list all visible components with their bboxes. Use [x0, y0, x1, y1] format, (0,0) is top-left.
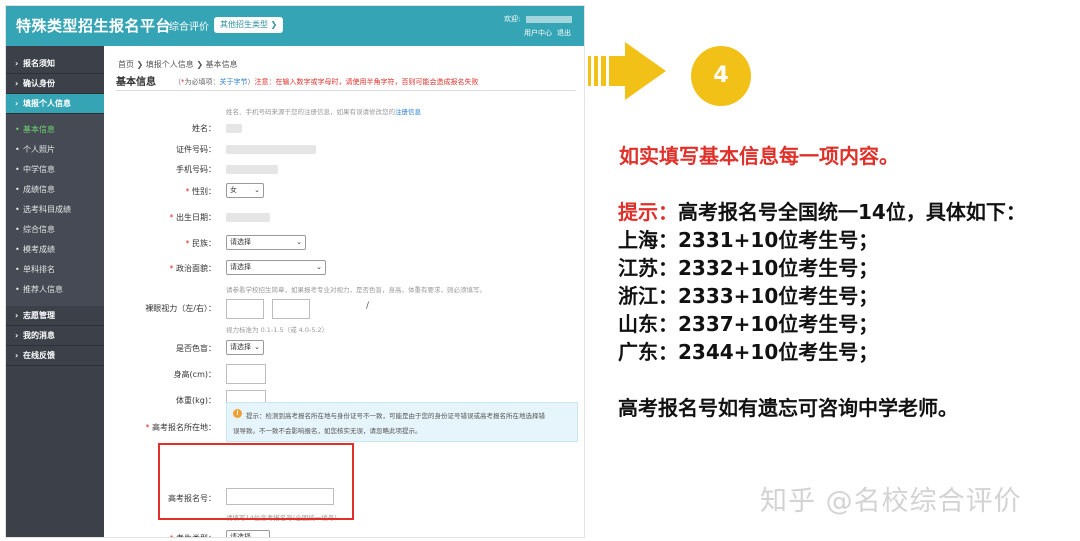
weight-label: 体重(kg)：	[176, 396, 216, 405]
sidebar-subitem-recommender[interactable]: • 推荐人信息	[6, 280, 104, 300]
id-number-label: 证件号码：	[176, 145, 216, 154]
chevron-right-icon: ›	[15, 59, 19, 68]
height-input[interactable]	[226, 364, 266, 384]
chevron-down-icon: ⌄	[260, 533, 266, 537]
chevron-right-icon: ›	[15, 99, 19, 108]
vision-separator: /	[366, 301, 370, 311]
birth-date-label: * 出生日期：	[169, 213, 216, 222]
welcome-text: 欢迎:	[504, 14, 572, 24]
vision-label: 裸眼视力（左/右）：	[145, 304, 216, 313]
user-center-link[interactable]: 用户中心	[524, 29, 552, 37]
sidebar-item-confirm-identity[interactable]: › 确认身份	[6, 74, 104, 94]
gaokao-location-label: * 高考报名所在地：	[145, 423, 216, 432]
sidebar-item-messages[interactable]: › 我的消息	[6, 326, 104, 346]
color-blind-label: 是否色盲：	[176, 344, 216, 353]
height-label: 身高(cm)：	[173, 370, 216, 379]
intro-text: 姓名、手机号码来源于您的注册信息，如果有误请修改您的注册信息	[226, 108, 421, 116]
slide: 特殊类型招生报名平台 综合评价 其他招生类型 ❯ 欢迎: 用户中心 退出 › 报名须…	[0, 0, 1080, 541]
location-mismatch-tip: ! 提示：检测到高考报名所在地与身份证号不一致，可能是由于您的身份证号错误或高考…	[226, 402, 578, 442]
sidebar-subitem-comprehensive[interactable]: • 综合信息	[6, 220, 104, 240]
province-rule-shandong: 山东：2337+10位考生号；	[618, 312, 879, 336]
about-link[interactable]: 关于字节	[220, 78, 248, 86]
tip-heading: 提示：高考报名号全国统一14位，具体如下：	[618, 196, 1026, 225]
registration-info-link[interactable]: 注册信息	[395, 108, 421, 116]
ethnicity-label: * 民族：	[185, 239, 216, 248]
warning-icon: !	[233, 409, 242, 418]
political-status-label: * 政治面貌：	[169, 264, 216, 273]
user-links: 用户中心 退出	[524, 28, 576, 38]
vision-left-input[interactable]	[226, 299, 264, 319]
chevron-down-icon: ⌄	[296, 238, 302, 246]
vision-hint: 视力标准为 0.1-1.5（或 4.0-5.2）	[226, 326, 329, 334]
chevron-right-icon: ›	[15, 331, 19, 340]
watermark: 知乎 @名校综合评价	[760, 486, 1022, 517]
tip-label: 提示：	[618, 200, 678, 224]
color-blind-select[interactable]: 请选择 ⌄	[226, 340, 264, 355]
id-number-value-blurred	[226, 145, 316, 154]
step-number-badge: 4	[691, 46, 751, 106]
sidebar-item-volunteer[interactable]: › 志愿管理	[6, 306, 104, 326]
tip-line-1: 提示：检测到高考报名所在地与身份证号不一致，可能是由于您的身份证号错误或高考报名…	[246, 412, 545, 420]
tip-text: 高考报名号全国统一14位，具体如下：	[678, 200, 1026, 224]
name-label: 姓名：	[192, 124, 216, 133]
province-rule-guangdong: 广东：2344+10位考生号；	[618, 340, 879, 364]
chevron-right-icon: ›	[15, 79, 19, 88]
registration-screenshot: 特殊类型招生报名平台 综合评价 其他招生类型 ❯ 欢迎: 用户中心 退出 › 报名须…	[6, 6, 584, 537]
chevron-right-icon: ›	[15, 311, 19, 320]
platform-title: 特殊类型招生报名平台	[16, 17, 172, 35]
chevron-right-icon: ›	[15, 351, 19, 360]
sidebar-subitem-grades[interactable]: • 成绩信息	[6, 180, 104, 200]
political-status-select[interactable]: 请选择 ⌄	[226, 260, 326, 275]
sidebar-item-personal-info[interactable]: › 填报个人信息	[6, 94, 104, 114]
chevron-down-icon: ⌄	[254, 343, 260, 351]
section-divider	[116, 90, 576, 91]
gender-select[interactable]: 女 ⌄	[226, 183, 264, 198]
logout-link[interactable]: 退出	[557, 29, 571, 37]
gaokao-number-highlight	[158, 443, 354, 520]
sidebar-subitem-elective-grades[interactable]: • 选考科目成绩	[6, 200, 104, 220]
welcome-label: 欢迎	[504, 15, 518, 23]
sidebar-subitem-subject-rank[interactable]: • 单科排名	[6, 260, 104, 280]
breadcrumb: 首页 ❯ 填报个人信息 ❯ 基本信息	[118, 60, 238, 69]
welcome-username-blurred	[525, 15, 572, 23]
chevron-down-icon: ⌄	[316, 263, 322, 271]
phone-label: 手机号码：	[176, 165, 216, 174]
sidebar-item-notice[interactable]: › 报名须知	[6, 54, 104, 74]
candidate-type-select[interactable]: 请选择 ⌄	[226, 530, 270, 537]
name-value-blurred	[226, 124, 242, 133]
ethnicity-select[interactable]: 请选择 ⌄	[226, 235, 306, 250]
main-instruction: 如实填写基本信息每一项内容。	[619, 144, 899, 168]
platform-subtitle: 综合评价	[169, 22, 209, 33]
sidebar-subitem-mock-exam[interactable]: • 模考成绩	[6, 240, 104, 260]
sidebar-subitem-school-info[interactable]: • 中学信息	[6, 160, 104, 180]
sidebar-item-feedback[interactable]: › 在线反馈	[6, 346, 104, 366]
sidebar-subitem-photo[interactable]: • 个人照片	[6, 140, 104, 160]
candidate-type-label: * 考生类型：	[104, 533, 216, 537]
section-title: 基本信息	[116, 77, 156, 88]
province-rule-zhejiang: 浙江：2333+10位考生号；	[618, 284, 879, 308]
right-arrow-icon	[588, 42, 666, 100]
other-admission-type-button[interactable]: 其他招生类型 ❯	[214, 17, 284, 33]
vision-note: 请参看学校招生简章，如果报考专业对视力，是否色盲，身高，体重有要求，则必须填写。	[226, 286, 486, 294]
phone-value-blurred	[226, 165, 278, 174]
province-rule-shanghai: 上海：2331+10位考生号；	[618, 228, 879, 252]
tip-line-2: 误导致。不一致不会影响报名，如您核实无误，请忽略此项提示。	[233, 427, 422, 435]
vision-right-input[interactable]	[272, 299, 310, 319]
forget-note: 高考报名号如有遗忘可咨询中学老师。	[618, 396, 958, 420]
birth-date-value-blurred	[226, 213, 270, 222]
sidebar: › 报名须知 › 确认身份 › 填报个人信息 • 基本信息 • 个人照片 • 中学信息 • 成…	[6, 46, 104, 537]
sidebar-subitem-basic-info[interactable]: • 基本信息	[6, 120, 104, 140]
top-bar: 特殊类型招生报名平台 综合评价 其他招生类型 ❯ 欢迎: 用户中心 退出	[6, 6, 584, 46]
required-note: （*为必填项：关于字节）注意：在输入数字或字母时，请使用半角字符，否则可能会造成…	[174, 78, 479, 86]
province-rule-jiangsu: 江苏：2332+10位考生号；	[618, 256, 879, 280]
chevron-down-icon: ⌄	[254, 186, 260, 194]
gender-label: * 性别：	[185, 187, 216, 196]
